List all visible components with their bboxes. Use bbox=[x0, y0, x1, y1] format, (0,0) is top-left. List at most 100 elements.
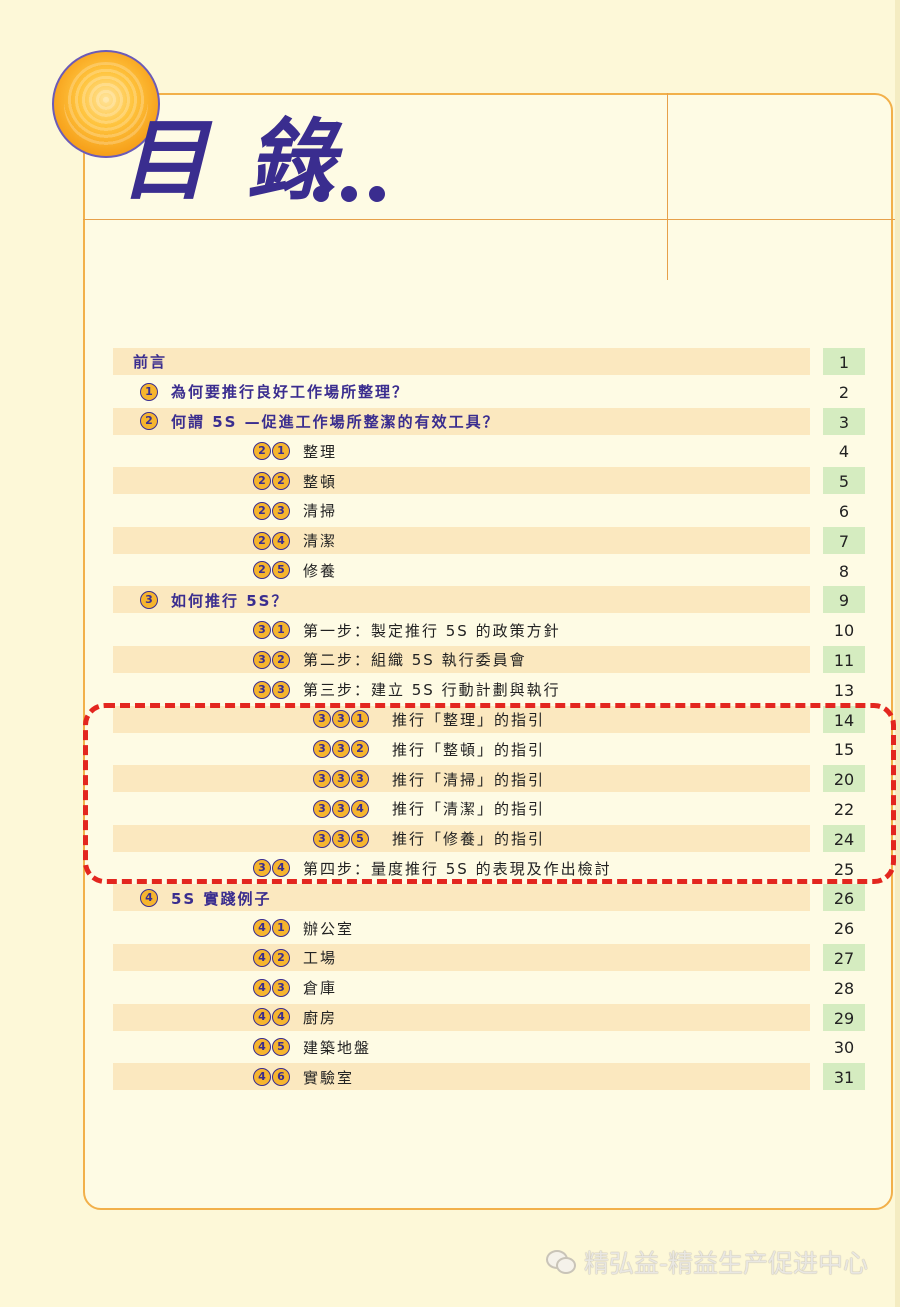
toc-row: 2 4 清潔 7 bbox=[113, 526, 865, 556]
toc-entry-title: 工場 bbox=[303, 949, 338, 968]
page-title: 目 錄 bbox=[120, 108, 339, 212]
toc-entry-title: 倉庫 bbox=[303, 979, 338, 998]
toc-row: 2 5 修養 8 bbox=[113, 556, 865, 586]
toc-entry: 2 4 清潔 bbox=[253, 526, 337, 556]
watermark-text: 精弘益-精益生产促进中心 bbox=[583, 1249, 868, 1278]
toc-page-number: 26 bbox=[833, 919, 855, 939]
section-number-badge: 45 bbox=[253, 1038, 291, 1057]
toc-row: 2 何謂 5S —促進工作場所整潔的有效工具？ 3 bbox=[113, 407, 865, 437]
section-number-badge: 4 bbox=[140, 889, 159, 908]
section-number-badge: 24 bbox=[253, 531, 291, 550]
section-number-badge: 2 bbox=[140, 412, 159, 431]
toc-row: 2 2 整頓 5 bbox=[113, 466, 865, 496]
section-number-badge: 22 bbox=[253, 472, 291, 491]
toc-row-bar bbox=[113, 1063, 810, 1091]
toc-row: 3 2 第二步：組織 5S 執行委員會 11 bbox=[113, 645, 865, 675]
toc-row: 3 3 第三步：建立 5S 行動計劃與執行 13 bbox=[113, 675, 865, 705]
number-circle: 3 bbox=[253, 621, 271, 640]
toc-row: 4 2 工場 27 bbox=[113, 943, 865, 973]
toc-row-bar bbox=[113, 974, 810, 1001]
toc-row-bar bbox=[113, 943, 810, 971]
toc-entry: 3 如何推行 5S？ bbox=[140, 585, 288, 615]
wechat-icon bbox=[545, 1250, 576, 1274]
toc-entry: 4 5 建築地盤 bbox=[253, 1032, 371, 1062]
toc-row-bar bbox=[113, 1003, 810, 1031]
toc-row: 4 5S 實踐例子 26 bbox=[113, 883, 865, 913]
header-rule bbox=[83, 219, 895, 220]
section-number-badge: 1 bbox=[140, 382, 159, 401]
toc-entry: 1 為何要推行良好工作場所整理？ bbox=[140, 377, 409, 407]
toc-row: 4 4 廚房 29 bbox=[113, 1003, 865, 1033]
number-circle: 2 bbox=[253, 472, 271, 491]
highlight-box bbox=[83, 703, 896, 884]
toc-entry-title: 整理 bbox=[303, 442, 338, 461]
toc-entry: 2 5 修養 bbox=[253, 556, 337, 586]
toc-row-bar bbox=[113, 1033, 810, 1060]
number-circle: 3 bbox=[253, 680, 271, 699]
toc-entry: 4 4 廚房 bbox=[253, 1003, 337, 1033]
toc-entry-title: 實驗室 bbox=[303, 1068, 355, 1087]
toc-entry-title: 5S 實踐例子 bbox=[171, 889, 272, 908]
toc-entry-title: 修養 bbox=[303, 561, 338, 580]
section-number-badge: 25 bbox=[253, 561, 291, 580]
toc-row: 4 5 建築地盤 30 bbox=[113, 1032, 865, 1062]
section-number-badge: 41 bbox=[253, 919, 291, 938]
toc-entry-title: 清潔 bbox=[303, 532, 338, 551]
number-circle: 4 bbox=[253, 1038, 271, 1057]
toc-row-bar bbox=[113, 467, 810, 495]
toc-entry: 4 6 實驗室 bbox=[253, 1062, 354, 1092]
toc-entry: 前言 bbox=[133, 347, 167, 377]
toc-page-number: 28 bbox=[833, 978, 855, 998]
toc-row: 4 6 實驗室 31 bbox=[113, 1062, 865, 1092]
number-circle: 6 bbox=[272, 1068, 290, 1087]
number-circle: 1 bbox=[272, 621, 290, 640]
number-circle: 2 bbox=[253, 561, 271, 580]
toc-page-number: 9 bbox=[823, 586, 865, 614]
number-circle: 2 bbox=[253, 442, 271, 461]
toc-page-number: 6 bbox=[838, 501, 850, 521]
toc-page-number: 8 bbox=[838, 561, 850, 581]
toc-entry: 4 5S 實踐例子 bbox=[140, 883, 271, 913]
toc-page-number: 13 bbox=[833, 680, 855, 700]
toc-row-bar bbox=[113, 437, 810, 464]
toc-entry-title: 何謂 5S —促進工作場所整潔的有效工具？ bbox=[171, 412, 500, 431]
toc-row: 2 3 清掃 6 bbox=[113, 496, 865, 526]
toc-row-bar bbox=[113, 348, 810, 375]
number-circle: 5 bbox=[272, 1038, 290, 1057]
toc-entry-title: 前言 bbox=[133, 353, 168, 372]
toc-entry-title: 辦公室 bbox=[303, 919, 355, 938]
toc-page-number: 2 bbox=[838, 382, 850, 402]
toc-entry: 4 3 倉庫 bbox=[253, 973, 337, 1003]
number-circle: 4 bbox=[140, 889, 158, 908]
number-circle: 5 bbox=[272, 561, 290, 580]
number-circle: 2 bbox=[272, 948, 290, 967]
toc-page-number: 26 bbox=[823, 884, 865, 912]
toc-page-number: 3 bbox=[823, 407, 865, 435]
toc-entry: 4 2 工場 bbox=[253, 943, 337, 973]
number-circle: 4 bbox=[253, 1068, 271, 1087]
number-circle: 1 bbox=[272, 442, 290, 461]
toc-entry: 4 1 辦公室 bbox=[253, 913, 354, 943]
toc-page-number: 29 bbox=[823, 1003, 865, 1031]
toc-entry-title: 廚房 bbox=[303, 1008, 338, 1027]
number-circle: 4 bbox=[272, 1008, 290, 1027]
toc-entry: 3 3 第三步：建立 5S 行動計劃與執行 bbox=[253, 675, 561, 705]
section-number-badge: 21 bbox=[253, 442, 291, 461]
section-number-badge: 32 bbox=[253, 650, 291, 669]
toc-entry-title: 整頓 bbox=[303, 472, 338, 491]
section-number-badge: 44 bbox=[253, 1008, 291, 1027]
number-circle: 2 bbox=[272, 650, 290, 669]
section-number-badge: 31 bbox=[253, 621, 291, 640]
watermark: 精弘益-精益生产促进中心 bbox=[545, 1244, 868, 1280]
toc-row-bar bbox=[113, 557, 810, 584]
number-circle: 3 bbox=[272, 501, 290, 520]
number-circle: 2 bbox=[272, 472, 290, 491]
toc-entry-title: 為何要推行良好工作場所整理？ bbox=[171, 383, 410, 402]
toc-row-bar bbox=[113, 497, 810, 524]
toc-row-bar bbox=[113, 914, 810, 941]
toc-entry: 2 1 整理 bbox=[253, 436, 337, 466]
number-circle: 2 bbox=[140, 412, 158, 431]
section-number-badge: 33 bbox=[253, 680, 291, 699]
toc-row: 3 1 第一步：製定推行 5S 的政策方針 10 bbox=[113, 615, 865, 645]
section-number-badge: 42 bbox=[253, 948, 291, 967]
